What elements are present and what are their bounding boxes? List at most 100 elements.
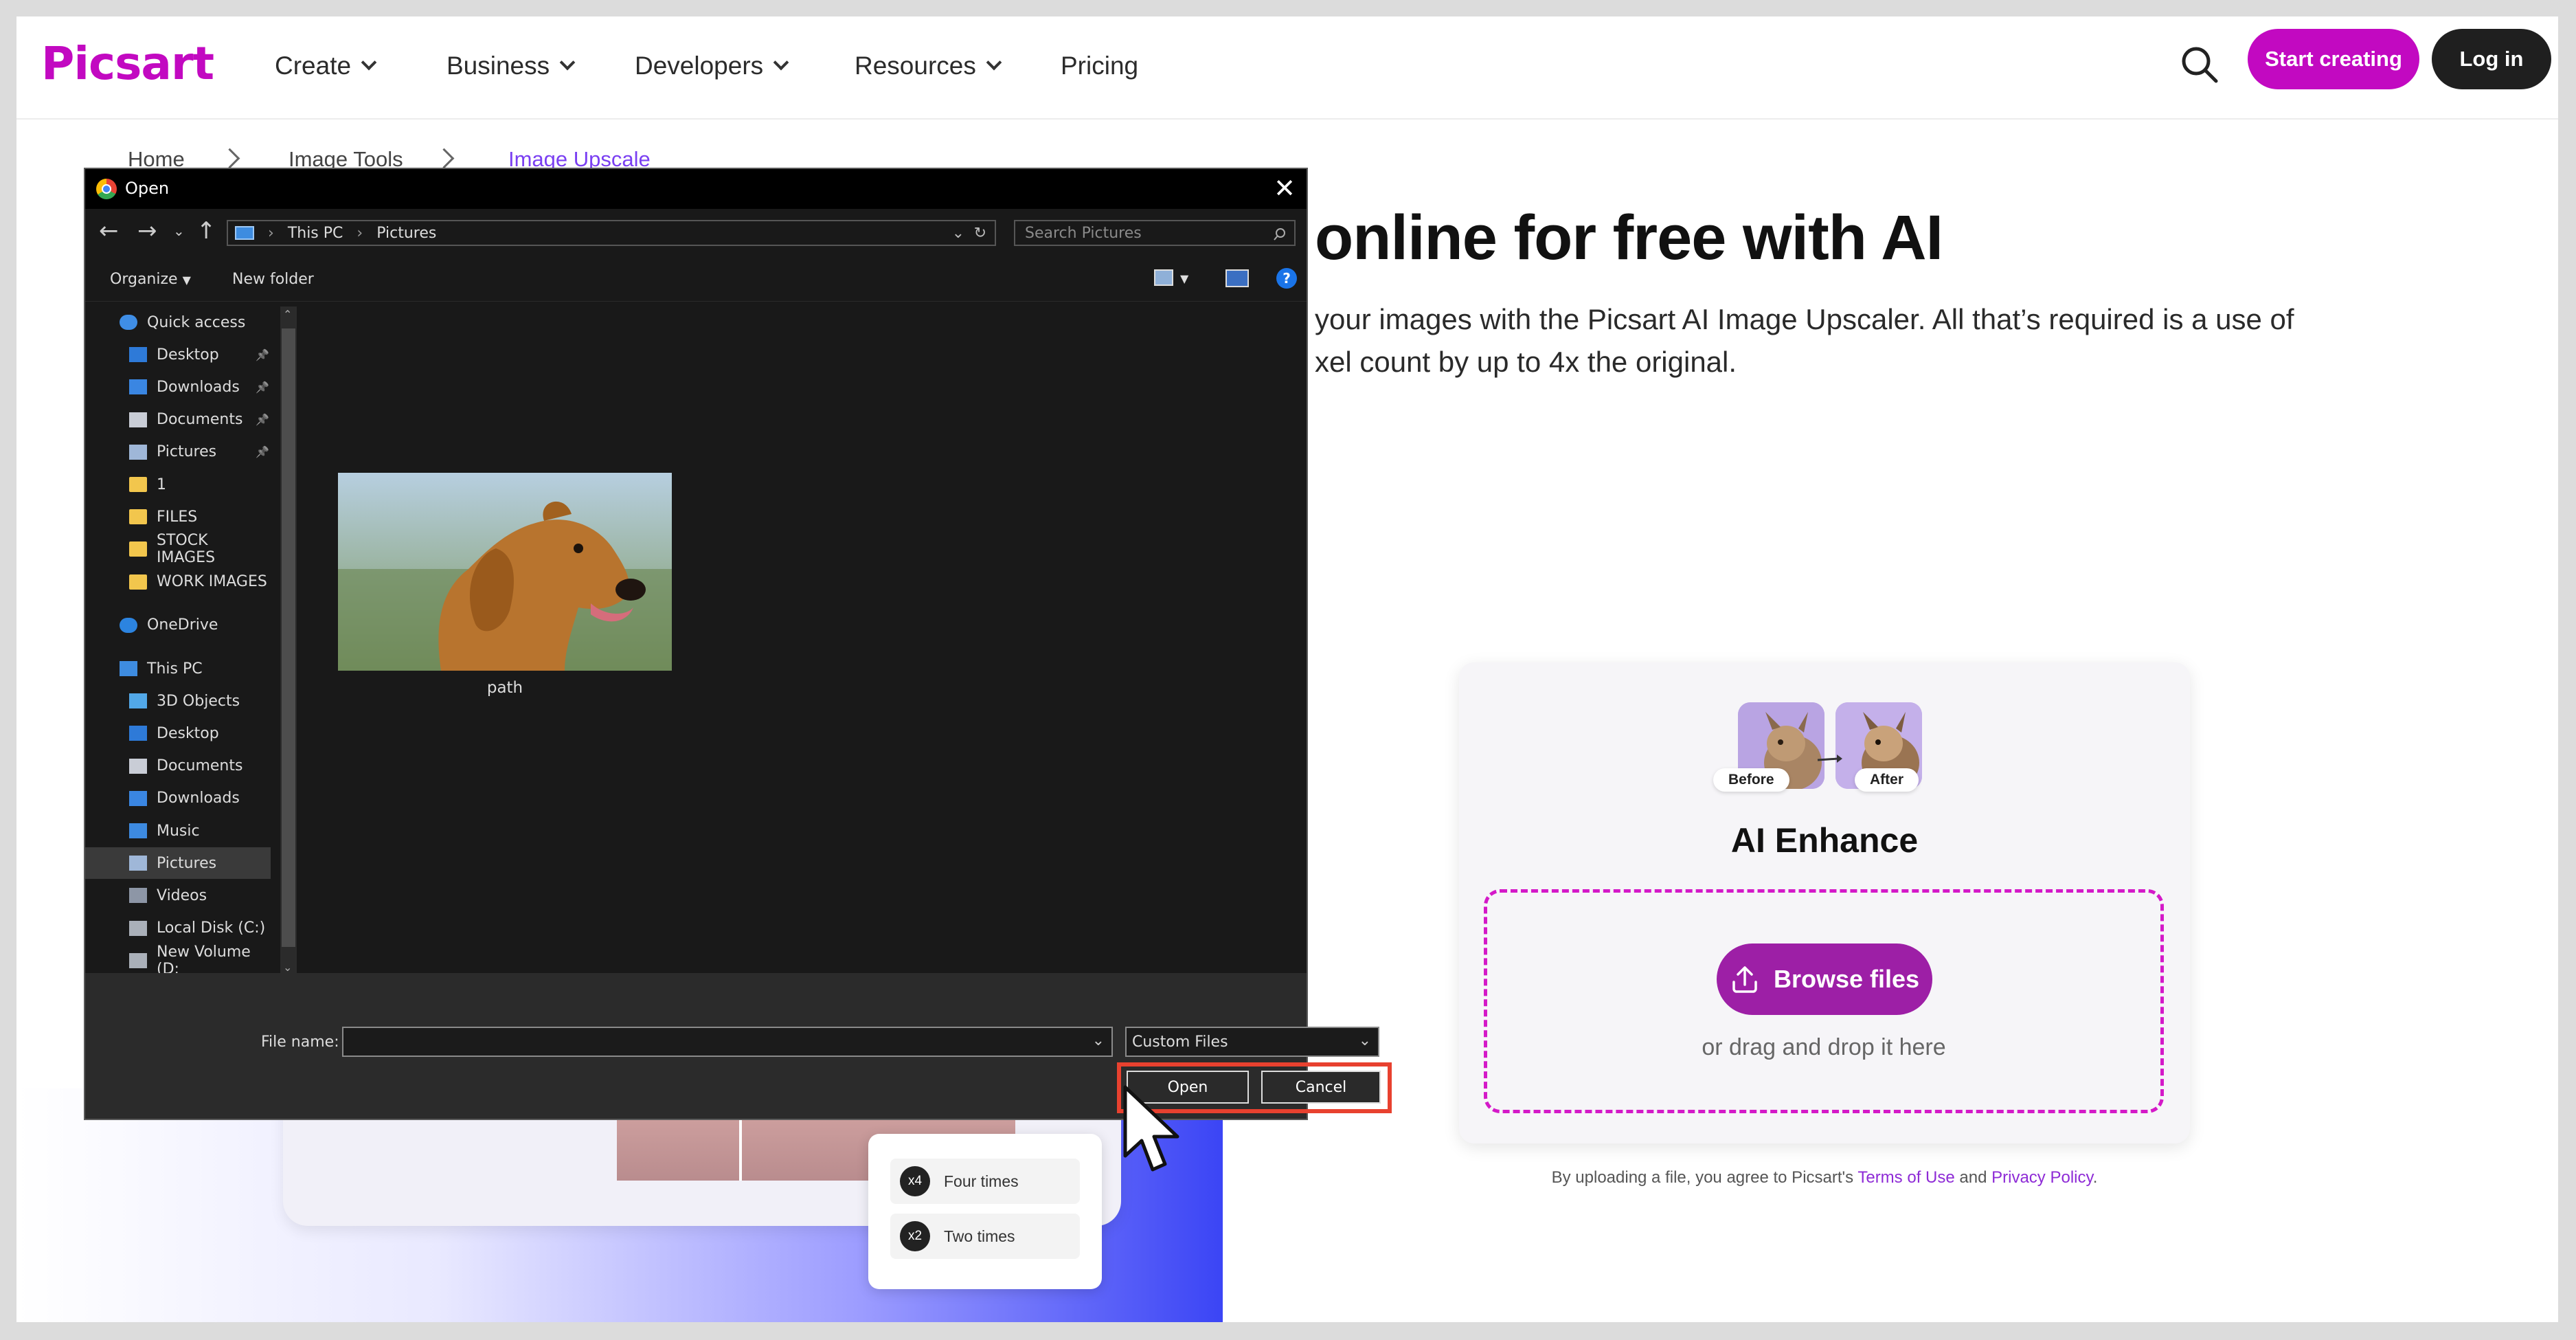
organize-button[interactable]: Organize ▼ [110,271,191,288]
nav-create[interactable]: Create [275,44,377,88]
option-two-times[interactable]: x2 Two times [890,1214,1080,1259]
address-bar[interactable]: › This PC › Pictures ⌄ ↻ [227,220,996,246]
pin-icon: 📌 [256,380,269,394]
mouse-cursor-icon [1123,1085,1179,1172]
terms-and: and [1954,1168,1992,1187]
chevron-down-icon[interactable]: ⌄ [952,225,964,242]
nav-pane-item-label: 1 [157,476,166,493]
nav-pane-item[interactable]: STOCK IMAGES [85,532,271,566]
path-this-pc[interactable]: This PC [288,225,343,242]
nav-pane-item[interactable]: New Volume (D: [85,943,271,978]
file-name-label[interactable]: path [338,679,672,697]
back-arrow-icon[interactable]: ← [99,217,119,245]
nav-pane-item[interactable]: Quick access [85,306,271,338]
caret-down-icon: ▼ [182,273,191,287]
video-icon [129,888,147,904]
nav-pane-item-label: Local Disk (C:) [157,919,266,937]
nav-pane-item[interactable]: Documents 📌 [85,404,271,436]
file-type-select[interactable]: Custom Files ⌄ [1125,1027,1379,1057]
chevron-down-icon[interactable]: ⌄ [1092,1032,1105,1049]
file-name-input[interactable]: ⌄ [342,1027,1113,1057]
nav-pane-item-label: Downloads [157,378,240,396]
nav-business[interactable]: Business [447,44,576,88]
scroll-up-icon[interactable]: ⌃ [283,308,292,321]
up-arrow-icon[interactable]: ↑ [196,217,216,245]
upload-icon [1732,966,1757,993]
privacy-policy-link[interactable]: Privacy Policy [1991,1168,2093,1187]
page-description: your images with the Picsart AI Image Up… [1315,298,2400,383]
pin-icon: 📌 [256,445,269,459]
navigation-scroll-thumb[interactable] [282,328,295,947]
dialog-title: Open [125,179,170,198]
dialog-titlebar[interactable]: Open ✕ [85,169,1307,209]
browse-files-button[interactable]: Browse files [1717,943,1932,1015]
nav-pane-item[interactable]: Documents [85,750,271,782]
terms-of-use-link[interactable]: Terms of Use [1857,1168,1954,1187]
nav-pane-item[interactable]: Downloads 📌 [85,371,271,403]
nav-pane-item-label: 3D Objects [157,692,240,710]
chevron-down-icon [559,54,576,71]
top-nav: Picsart Create Business Developers Resou… [16,16,2558,120]
nav-pane-item-label: WORK IMAGES [157,573,267,591]
nav-pane-item[interactable]: This PC [85,653,271,684]
login-button[interactable]: Log in [2432,29,2551,89]
nav-pane-item[interactable]: Videos [85,880,271,911]
description-line-2: xel count by up to 4x the original. [1315,346,1737,378]
document-icon [129,412,147,427]
nav-resources-label: Resources [855,52,976,80]
organize-label: Organize [110,271,178,288]
nav-pane-item[interactable]: Pictures 📌 [85,436,271,468]
chevron-right-icon [219,148,240,169]
start-creating-button[interactable]: Start creating [2248,29,2419,89]
upload-card-title: AI Enhance [1730,821,1919,860]
file-type-value: Custom Files [1132,1033,1228,1051]
nav-pane-item[interactable]: Pictures [85,847,271,880]
desktop-icon [129,726,147,741]
nav-pricing-label: Pricing [1061,52,1139,80]
nav-pane-item[interactable]: 3D Objects [85,685,271,717]
nav-pane-item[interactable]: Music [85,815,271,847]
refresh-icon[interactable]: ↻ [974,225,986,242]
folder-icon [129,574,147,590]
nav-pricing[interactable]: Pricing [1061,44,1138,88]
path-separator-icon: › [268,224,274,242]
path-pictures[interactable]: Pictures [376,225,436,242]
forward-arrow-icon[interactable]: → [137,217,157,245]
nav-resources[interactable]: Resources [855,44,1002,88]
nav-pane-item[interactable]: WORK IMAGES [85,566,271,598]
preview-pane-icon[interactable] [1225,269,1249,287]
caret-down-icon[interactable]: ▼ [1180,272,1188,285]
view-options-icon[interactable] [1154,269,1173,286]
help-icon[interactable]: ? [1276,268,1297,289]
search-icon[interactable] [2176,41,2223,88]
nav-pane-item[interactable]: FILES [85,501,271,533]
dialog-search-input[interactable]: Search Pictures [1014,220,1296,246]
nav-pane-item[interactable]: Local Disk (C:) [85,913,271,944]
file-dropzone[interactable]: Browse files or drag and drop it here [1484,889,2164,1113]
new-folder-button[interactable]: New folder [232,271,314,288]
nav-pane-item-label: Documents [157,757,243,775]
recent-locations-icon[interactable]: ⌄ [173,223,185,239]
pictures-icon [129,444,147,460]
nav-pane-item[interactable]: OneDrive [85,610,271,641]
drag-drop-hint: or drag and drop it here [1702,1034,1946,1060]
nav-pane-item[interactable]: 1 [85,469,271,500]
nav-pane-item-label: Quick access [147,313,246,331]
arrow-right-icon [1817,755,1842,763]
nav-pane-item[interactable]: Desktop [85,717,271,749]
nav-pane-item-label: Desktop [157,724,219,742]
computer-icon [120,661,137,676]
document-icon [129,758,147,774]
close-icon[interactable]: ✕ [1269,173,1300,203]
file-thumbnail[interactable] [338,473,672,671]
this-pc-icon [235,226,254,240]
option-two-times-label: Two times [944,1227,1015,1245]
dog-photo [338,473,672,671]
nav-developers[interactable]: Developers [635,44,789,88]
option-four-times[interactable]: x4 Four times [890,1159,1080,1204]
nav-pane-item[interactable]: Desktop 📌 [85,339,271,370]
picsart-logo[interactable]: Picsart [41,37,214,90]
scroll-down-icon[interactable]: ⌄ [283,961,292,974]
nav-developers-label: Developers [635,52,764,80]
nav-pane-item[interactable]: Downloads [85,783,271,814]
